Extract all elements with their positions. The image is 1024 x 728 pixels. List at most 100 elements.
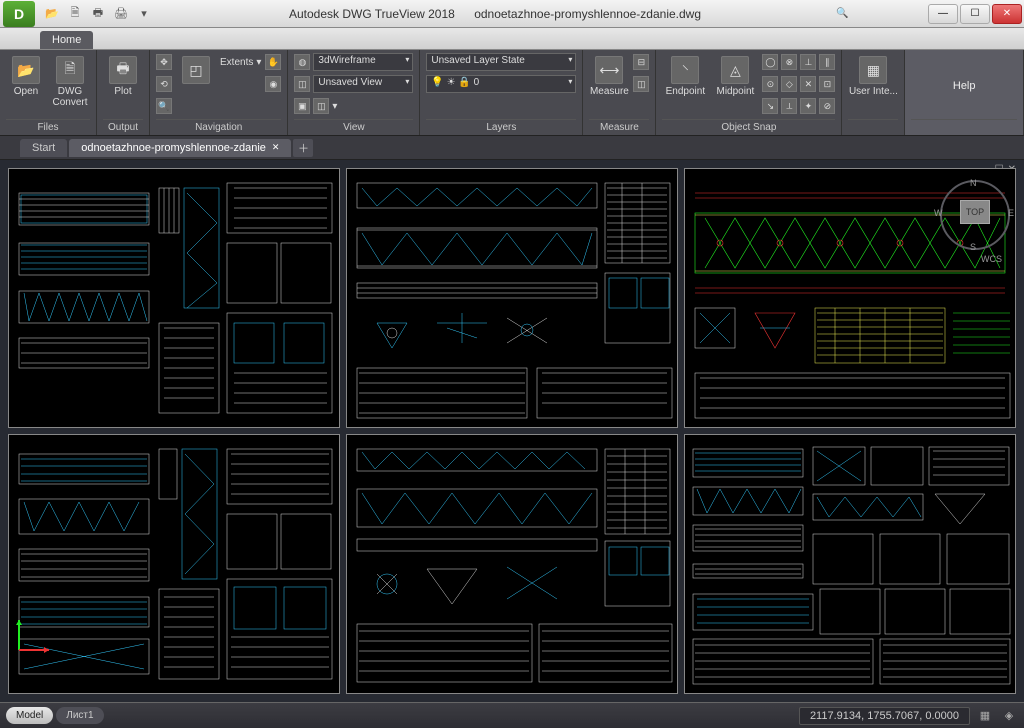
panel-navigation-title: Navigation: [156, 119, 281, 135]
midpoint-label: Midpoint: [716, 86, 754, 97]
snap4-icon[interactable]: ∥: [819, 54, 835, 70]
endpoint-icon: ⸌: [671, 56, 699, 84]
endpoint-label: Endpoint: [666, 86, 705, 97]
snap8-icon[interactable]: ⊡: [819, 76, 835, 92]
snap6-icon[interactable]: ◇: [781, 76, 797, 92]
measure-label: Measure: [590, 86, 629, 97]
measure-opt1[interactable]: ⊟: [633, 52, 649, 72]
wcs-label: WCS: [981, 254, 1002, 264]
quick-access-toolbar: 📂 🗎 🖶 🖨 ▾: [42, 4, 154, 24]
window-controls: — ☐ ✕: [926, 4, 1022, 24]
nav-hand-button[interactable]: ✋: [265, 52, 281, 72]
nav-walk-button[interactable]: ◉: [265, 74, 281, 94]
panel-navigation: ✥ ⟲ 🔍 ◰ Extents ▾ ✋ ◉ Navigation: [150, 50, 288, 135]
midpoint-button[interactable]: ◬ Midpoint: [712, 52, 758, 97]
close-button[interactable]: ✕: [992, 4, 1022, 24]
open-label: Open: [14, 86, 38, 97]
new-tab-button[interactable]: ＋: [293, 139, 313, 157]
window-title: Autodesk DWG TrueView 2018 odnoetazhnoe-…: [154, 7, 836, 21]
area-icon: ◫: [633, 76, 649, 92]
drawing-canvas[interactable]: — ☐ ✕: [0, 160, 1024, 702]
viewport2-icon[interactable]: ◫: [313, 98, 329, 114]
panel-measure-title: Measure: [589, 119, 649, 135]
orbit-button[interactable]: ⟲: [156, 74, 172, 94]
midpoint-icon: ◬: [721, 56, 749, 84]
doc-tab-file[interactable]: odnoetazhnoe-promyshlennoe-zdanie✕: [69, 139, 291, 157]
sheet-2: [346, 168, 678, 428]
view-icon: ◫: [294, 76, 310, 92]
doc-tab-start[interactable]: Start: [20, 139, 67, 157]
snap10-icon[interactable]: ⟂: [781, 98, 797, 114]
model-tab[interactable]: Model: [6, 707, 53, 724]
endpoint-button[interactable]: ⸌ Endpoint: [662, 52, 708, 97]
maximize-button[interactable]: ☐: [960, 4, 990, 24]
extents-button[interactable]: ◰: [176, 52, 216, 86]
plot-button[interactable]: 🖶 Plot: [103, 52, 143, 97]
plot-label: Plot: [114, 86, 131, 97]
ribbon-tab-strip: Home: [0, 28, 1024, 50]
ribbon-tab-home[interactable]: Home: [40, 31, 93, 49]
app-title: Autodesk DWG TrueView 2018: [289, 7, 455, 21]
zoom-button[interactable]: 🔍: [156, 96, 172, 116]
panel-help-title: [911, 119, 1017, 135]
status-icon-1[interactable]: ▦: [976, 707, 994, 725]
panel-layers-title: Layers: [426, 119, 576, 135]
printer-icon: 🖶: [109, 56, 137, 84]
qat-plot-icon[interactable]: 🖶: [88, 4, 108, 24]
compass-w: W: [934, 208, 943, 218]
measure-opt2[interactable]: ◫: [633, 74, 649, 94]
close-icon[interactable]: ✕: [272, 142, 280, 153]
panel-files-title: Files: [6, 119, 90, 135]
minimize-button[interactable]: —: [928, 4, 958, 24]
help-label[interactable]: Help: [953, 80, 976, 92]
layer-current-combo[interactable]: 💡 ☀ 🔒 0: [426, 75, 576, 93]
sheet-1: [8, 168, 340, 428]
dim-icon: ⊟: [633, 54, 649, 70]
qat-save-icon[interactable]: 🗎: [65, 4, 85, 24]
snap2-icon[interactable]: ⊗: [781, 54, 797, 70]
pan-button[interactable]: ✥: [156, 52, 172, 72]
snap12-icon[interactable]: ⊘: [819, 98, 835, 114]
status-icon-2[interactable]: ◈: [1000, 707, 1018, 725]
qat-print-icon[interactable]: 🖨: [111, 4, 131, 24]
ui-label: User Inte...: [849, 86, 898, 97]
snap9-icon[interactable]: ↘: [762, 98, 778, 114]
hand-icon: ✋: [265, 54, 281, 70]
panel-ui: ▦ User Inte...: [842, 50, 905, 135]
panel-files: 📂Open 🗎DWG Convert Files: [0, 50, 97, 135]
compass-e: E: [1008, 208, 1014, 218]
layout-tab[interactable]: Лист1: [56, 707, 103, 724]
convert-icon: 🗎: [56, 56, 84, 84]
sheet-4: [8, 434, 340, 694]
view-cube[interactable]: TOP N S E W WCS: [940, 180, 1010, 250]
panel-output: 🖶Plot Output: [97, 50, 150, 135]
extents-label: Extents: [220, 57, 253, 68]
viewport-icon[interactable]: ▣: [294, 98, 310, 114]
panel-layers: Unsaved Layer State 💡 ☀ 🔒 0 Layers: [420, 50, 583, 135]
snap7-icon[interactable]: ✕: [800, 76, 816, 92]
snap3-icon[interactable]: ⊥: [800, 54, 816, 70]
ui-icon: ▦: [859, 56, 887, 84]
convert-label: DWG Convert: [52, 86, 87, 108]
cube-face[interactable]: TOP: [960, 200, 990, 224]
dwg-convert-button[interactable]: 🗎DWG Convert: [50, 52, 90, 108]
qat-open-icon[interactable]: 📂: [42, 4, 62, 24]
visual-style-combo[interactable]: 3dWireframe: [313, 53, 413, 71]
app-menu-button[interactable]: D: [3, 1, 35, 27]
compass-s: S: [970, 242, 976, 252]
measure-button[interactable]: ⟷Measure: [589, 52, 629, 97]
panel-ui-title: [848, 119, 898, 135]
qat-dropdown-icon[interactable]: ▾: [134, 4, 154, 24]
walk-icon: ◉: [265, 76, 281, 92]
snap11-icon[interactable]: ✦: [800, 98, 816, 114]
saved-view-combo[interactable]: Unsaved View: [313, 75, 413, 93]
user-interface-button[interactable]: ▦ User Inte...: [848, 52, 898, 97]
snap1-icon[interactable]: ◯: [762, 54, 778, 70]
layer-state-combo[interactable]: Unsaved Layer State: [426, 53, 576, 71]
zoom-icon: 🔍: [156, 98, 172, 114]
open-button[interactable]: 📂Open: [6, 52, 46, 97]
panel-measure: ⟷Measure ⊟ ◫ Measure: [583, 50, 656, 135]
panel-help: Help: [905, 50, 1024, 135]
compass-n: N: [970, 178, 977, 188]
snap5-icon[interactable]: ⊙: [762, 76, 778, 92]
